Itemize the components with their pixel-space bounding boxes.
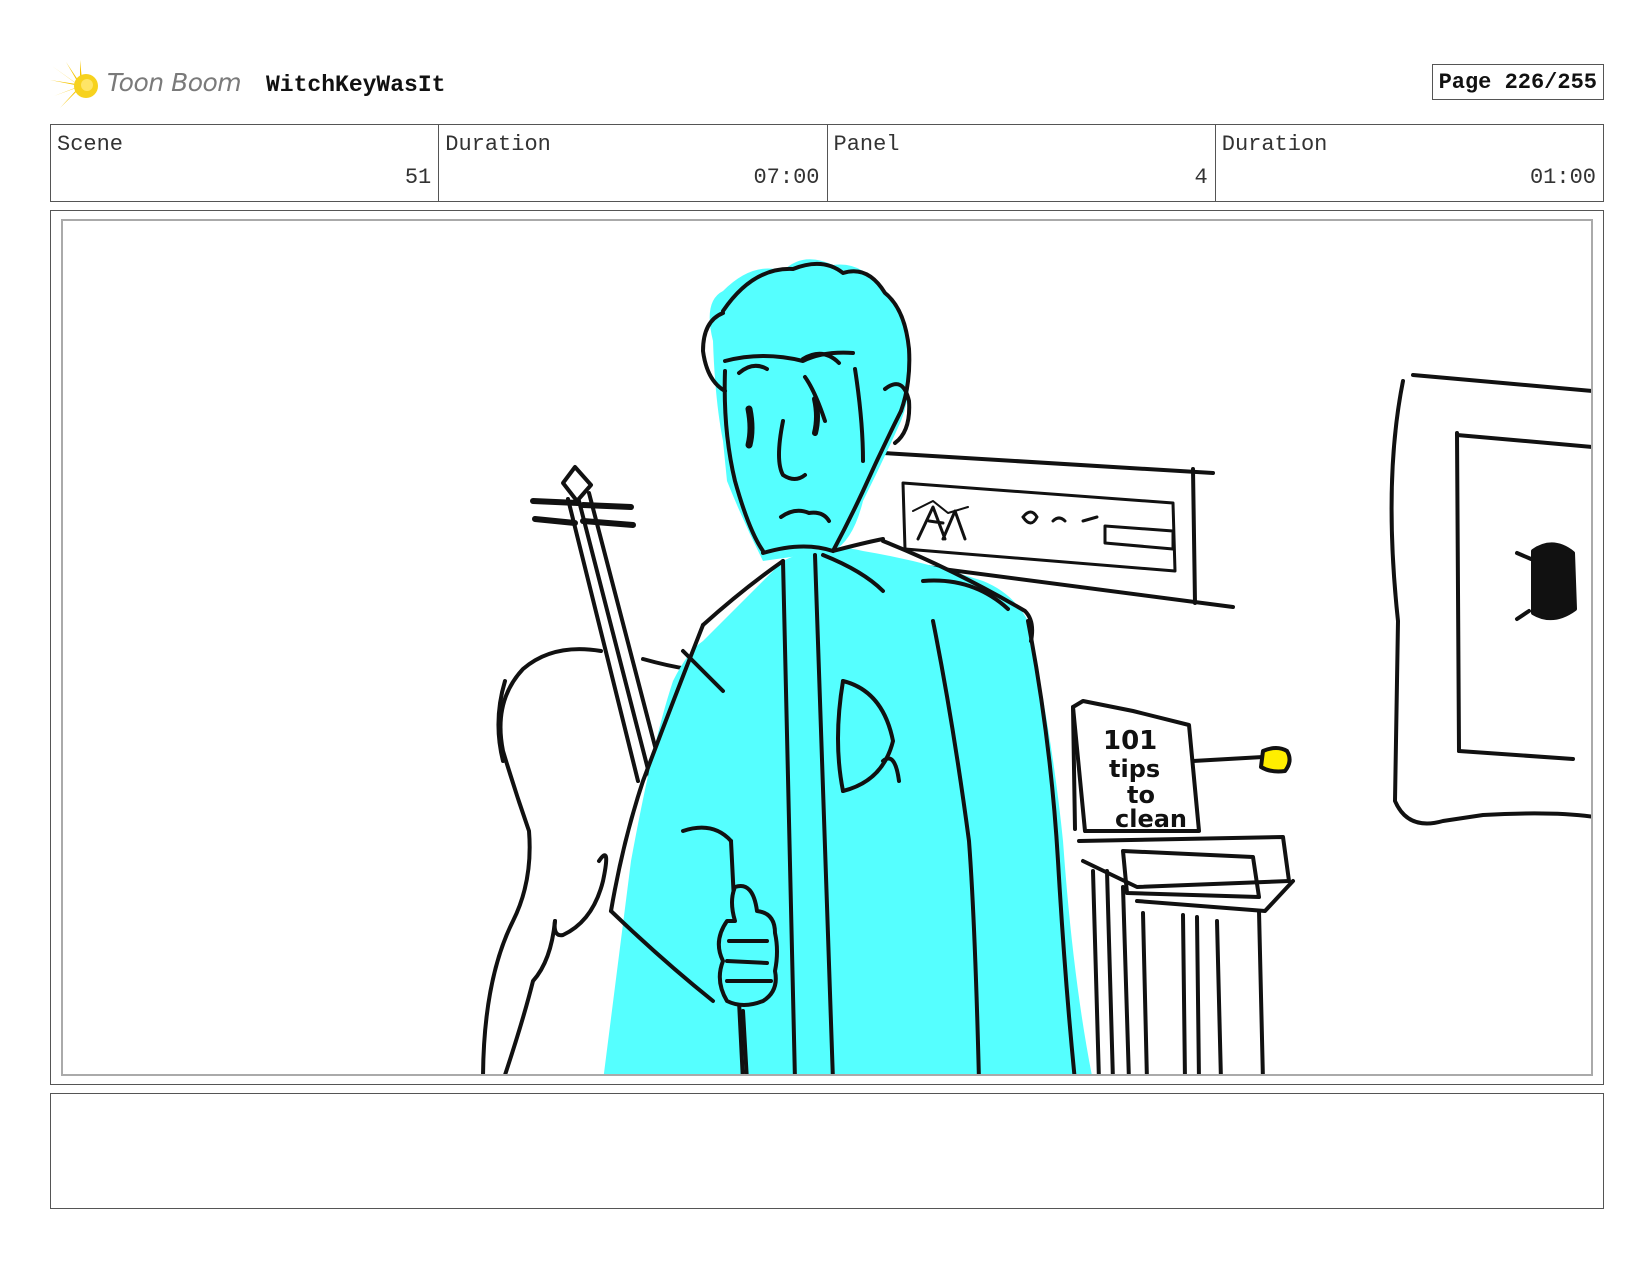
scene-label: Scene [57,132,124,157]
book-text-line-1: 101 [1103,726,1157,756]
toon-boom-logo: Toon Boom [50,58,250,108]
book-and-table: 101 tips to clean [1071,699,1295,1074]
panel-duration-label: Duration [1221,132,1328,157]
book-text-line-4: clean [1115,805,1187,833]
storyboard-panel: 101 tips to clean [50,210,1604,1085]
scene-value: 51 [404,165,432,190]
scene-info-table: Scene 51 Duration 07:00 Panel 4 Duration… [50,124,1604,202]
panel-notes [50,1093,1604,1209]
scene-duration-label: Duration [445,132,551,157]
panel-label: Panel [833,132,900,157]
storyboard-sketch: 101 tips to clean [481,259,1591,1074]
logo-text: Toon Boom [107,68,242,97]
scene-cell: Scene 51 [51,125,440,201]
panel-duration-cell: Duration 01:00 [1216,125,1603,201]
page-header: Toon Boom WitchKeyWasIt Page 226/255 [50,58,1604,108]
page-number: Page 226/255 [1431,64,1604,100]
starburst-icon [50,60,98,108]
wall-mirror [1389,373,1591,826]
panel-value: 4 [1194,165,1208,190]
scene-duration-value: 07:00 [753,165,820,190]
panel-cell: Panel 4 [828,125,1216,201]
panel-image-area: 101 tips to clean [61,219,1593,1076]
scene-duration-cell: Duration 07:00 [439,125,828,201]
book-text-line-2: tips [1109,755,1160,783]
project-title: WitchKeyWasIt [266,72,446,98]
panel-duration-value: 01:00 [1529,165,1596,190]
